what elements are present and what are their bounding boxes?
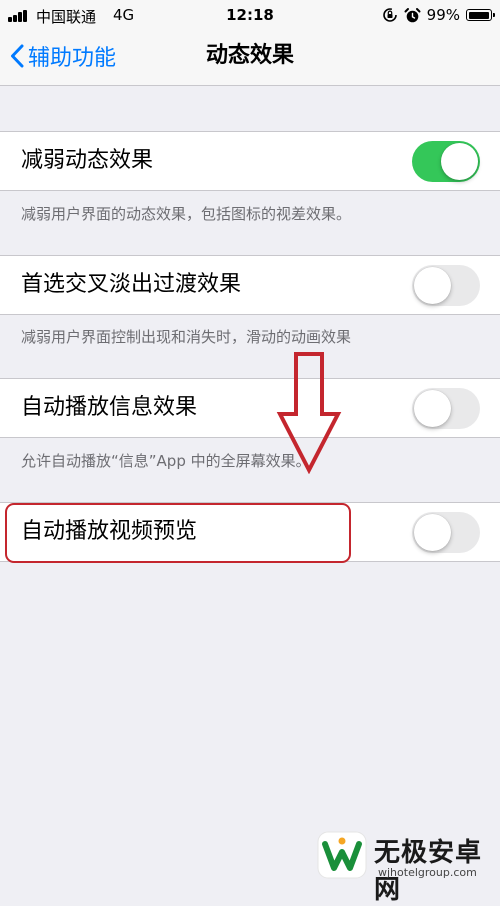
setting-auto-play-message-effects: 自动播放信息效果 [0,378,500,438]
setting-footer: 允许自动播放“信息”App 中的全屏幕效果。 [21,452,311,470]
page-title: 动态效果 [205,43,294,68]
alarm-icon [404,7,421,22]
auto-play-video-previews-toggle[interactable] [412,512,480,553]
navigation-bar: 辅助功能 动态效果 [0,30,500,86]
watermark-logo-icon [317,831,367,879]
battery-icon [466,9,495,21]
setting-label: 自动播放信息效果 [21,395,198,420]
setting-reduce-motion: 减弱动态效果 [0,131,500,191]
orientation-lock-icon [382,8,397,22]
toggle-knob [414,267,451,304]
prefer-cross-fade-toggle[interactable] [412,265,480,306]
status-right: 99% [382,5,495,25]
watermark: 无极安卓网 wjhotelgroup.com [316,826,500,905]
reduce-motion-toggle[interactable] [412,141,480,182]
annotation-down-arrow [276,352,342,474]
setting-label: 首选交叉淡出过渡效果 [21,272,242,297]
annotation-highlight-box [5,503,351,563]
watermark-url: wjhotelgroup.com [378,866,477,879]
setting-prefer-cross-fade: 首选交叉淡出过渡效果 [0,255,500,315]
battery-percent: 99% [426,6,460,24]
battery-fill [468,11,490,19]
auto-play-message-effects-toggle[interactable] [412,388,480,429]
toggle-knob [414,514,451,551]
setting-label: 减弱动态效果 [21,148,154,173]
toggle-knob [441,143,478,180]
setting-footer: 减弱用户界面的动态效果，包括图标的视差效果。 [21,205,352,223]
setting-footer: 减弱用户界面控制出现和消失时，滑动的动画效果 [21,328,352,346]
toggle-knob [414,390,451,427]
status-bar: 中国联通 4G 12:18 99% [0,0,500,30]
